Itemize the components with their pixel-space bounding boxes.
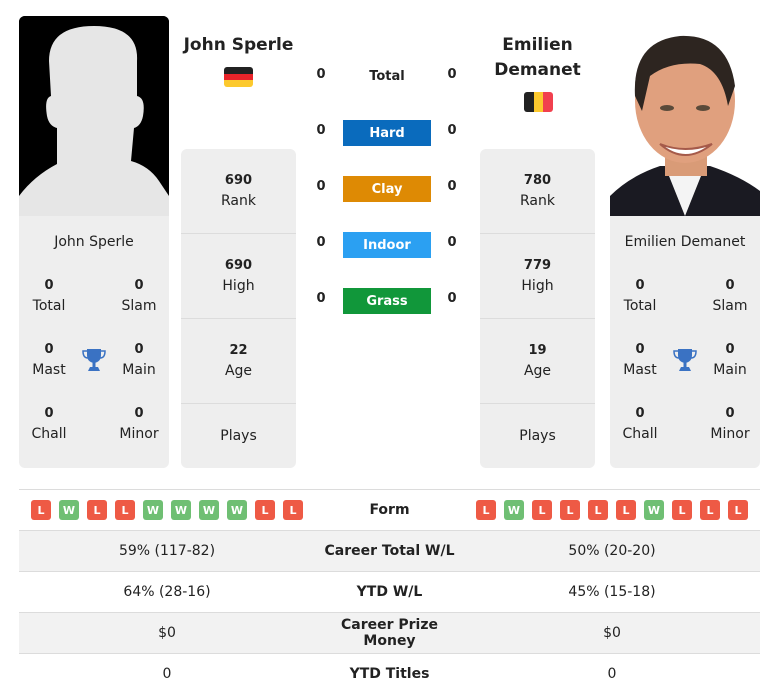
form-loss-badge[interactable]: L — [672, 500, 692, 520]
form-loss-badge[interactable]: L — [616, 500, 636, 520]
form-loss-badge[interactable]: L — [476, 500, 496, 520]
player2-chall-titles: 0 Chall — [622, 406, 658, 442]
player2-form: LWLLLLWLLL — [464, 500, 760, 520]
player2-card-name: Emilien Demanet — [624, 234, 746, 250]
player2-plays: Plays — [519, 428, 556, 444]
player2-value: 45% (15-18) — [568, 584, 656, 600]
table-row: 59% (117-82) Career Total W/L 50% (20-20… — [19, 530, 760, 571]
player1-titles-card: John Sperle 0 Total 0 Slam 0 Mast 0 Main… — [19, 216, 169, 468]
form-loss-badge[interactable]: L — [700, 500, 720, 520]
form-loss-badge[interactable]: L — [255, 500, 275, 520]
row-label: YTD W/L — [356, 584, 423, 600]
h2h-indoor-p1: 0 — [316, 235, 326, 250]
form-win-badge[interactable]: W — [227, 500, 247, 520]
h2h-hard-p1: 0 — [316, 123, 326, 138]
surface-grass-badge[interactable]: Grass — [343, 288, 431, 314]
h2h-total-p1: 0 — [316, 67, 326, 82]
player2-stats-column: 780 Rank 779 High 19 Age Plays — [480, 149, 595, 468]
h2h-grass-p1: 0 — [316, 291, 326, 306]
form-win-badge[interactable]: W — [59, 500, 79, 520]
surface-indoor-badge[interactable]: Indoor — [343, 232, 431, 258]
player1-stats-column: 690 Rank 690 High 22 Age Plays — [181, 149, 296, 468]
h2h-total-p2: 0 — [447, 67, 457, 82]
player1-plays: Plays — [220, 428, 257, 444]
form-loss-badge[interactable]: L — [283, 500, 303, 520]
player2-titles-card: Emilien Demanet 0 Total 0 Slam 0 Mast 0 … — [610, 216, 760, 468]
player1-photo — [19, 16, 169, 216]
player1-chall-titles: 0 Chall — [31, 406, 67, 442]
row-label: YTD Titles — [349, 666, 430, 682]
h2h-grass-p2: 0 — [447, 291, 457, 306]
player2-age: 19 Age — [480, 319, 595, 404]
h2h-hard-p2: 0 — [447, 123, 457, 138]
player1-value: 64% (28-16) — [123, 584, 211, 600]
player2-minor-titles: 0 Minor — [710, 406, 750, 442]
player1-high: 690 High — [181, 234, 296, 319]
form-loss-badge[interactable]: L — [588, 500, 608, 520]
player2-total-titles: 0 Total — [623, 278, 657, 314]
player1-value: $0 — [158, 625, 176, 641]
player2-value: 0 — [607, 666, 617, 682]
player2-value: 50% (20-20) — [568, 543, 656, 559]
belgium-flag-icon — [524, 92, 553, 112]
germany-flag-icon — [224, 67, 253, 87]
player2-slam-titles: 0 Slam — [712, 278, 748, 314]
h2h-indoor-p2: 0 — [447, 235, 457, 250]
form-win-badge[interactable]: W — [644, 500, 664, 520]
trophy-icon — [673, 347, 697, 373]
table-row: $0 Career Prize Money $0 — [19, 612, 760, 653]
row-label: Career Prize Money — [340, 617, 438, 649]
player1-name-link[interactable]: John Sperle — [181, 33, 296, 58]
row-label: Career Total W/L — [324, 543, 455, 559]
player2-mast-titles: 0 Mast — [623, 342, 657, 378]
form-win-badge[interactable]: W — [143, 500, 163, 520]
trophy-icon — [82, 347, 106, 373]
player1-form: LWLLWWWWLL — [19, 500, 315, 520]
player2-photo — [610, 16, 760, 216]
form-loss-badge[interactable]: L — [87, 500, 107, 520]
player1-mast-titles: 0 Mast — [32, 342, 66, 378]
player2-main-titles: 0 Main — [713, 342, 747, 378]
form-loss-badge[interactable]: L — [728, 500, 748, 520]
player2-name-link[interactable]: Emilien Demanet — [480, 33, 595, 83]
player1-minor-titles: 0 Minor — [119, 406, 159, 442]
player1-card-name: John Sperle — [54, 234, 134, 250]
form-win-badge[interactable]: W — [199, 500, 219, 520]
player2-high: 779 High — [480, 234, 595, 319]
form-win-badge[interactable]: W — [171, 500, 191, 520]
form-row: LWLLWWWWLL Form LWLLLLWLLL — [19, 489, 760, 530]
surface-hard-badge[interactable]: Hard — [343, 120, 431, 146]
form-loss-badge[interactable]: L — [560, 500, 580, 520]
player1-value: 0 — [162, 666, 172, 682]
h2h-clay-p2: 0 — [447, 179, 457, 194]
silhouette-icon — [19, 16, 169, 216]
form-loss-badge[interactable]: L — [31, 500, 51, 520]
player-portrait-icon — [610, 16, 760, 216]
surface-clay-badge[interactable]: Clay — [343, 176, 431, 202]
player2-value: $0 — [603, 625, 621, 641]
h2h-total-label: Total — [369, 69, 405, 84]
player1-age: 22 Age — [181, 319, 296, 404]
player1-slam-titles: 0 Slam — [121, 278, 157, 314]
form-loss-badge[interactable]: L — [115, 500, 135, 520]
form-win-badge[interactable]: W — [504, 500, 524, 520]
form-loss-badge[interactable]: L — [532, 500, 552, 520]
table-row: 0 YTD Titles 0 — [19, 653, 760, 694]
player1-value: 59% (117-82) — [118, 543, 216, 559]
player1-main-titles: 0 Main — [122, 342, 156, 378]
table-row: 64% (28-16) YTD W/L 45% (15-18) — [19, 571, 760, 612]
h2h-clay-p1: 0 — [316, 179, 326, 194]
player1-rank: 690 Rank — [181, 149, 296, 234]
form-label: Form — [369, 502, 410, 518]
player1-total-titles: 0 Total — [32, 278, 66, 314]
player2-rank: 780 Rank — [480, 149, 595, 234]
